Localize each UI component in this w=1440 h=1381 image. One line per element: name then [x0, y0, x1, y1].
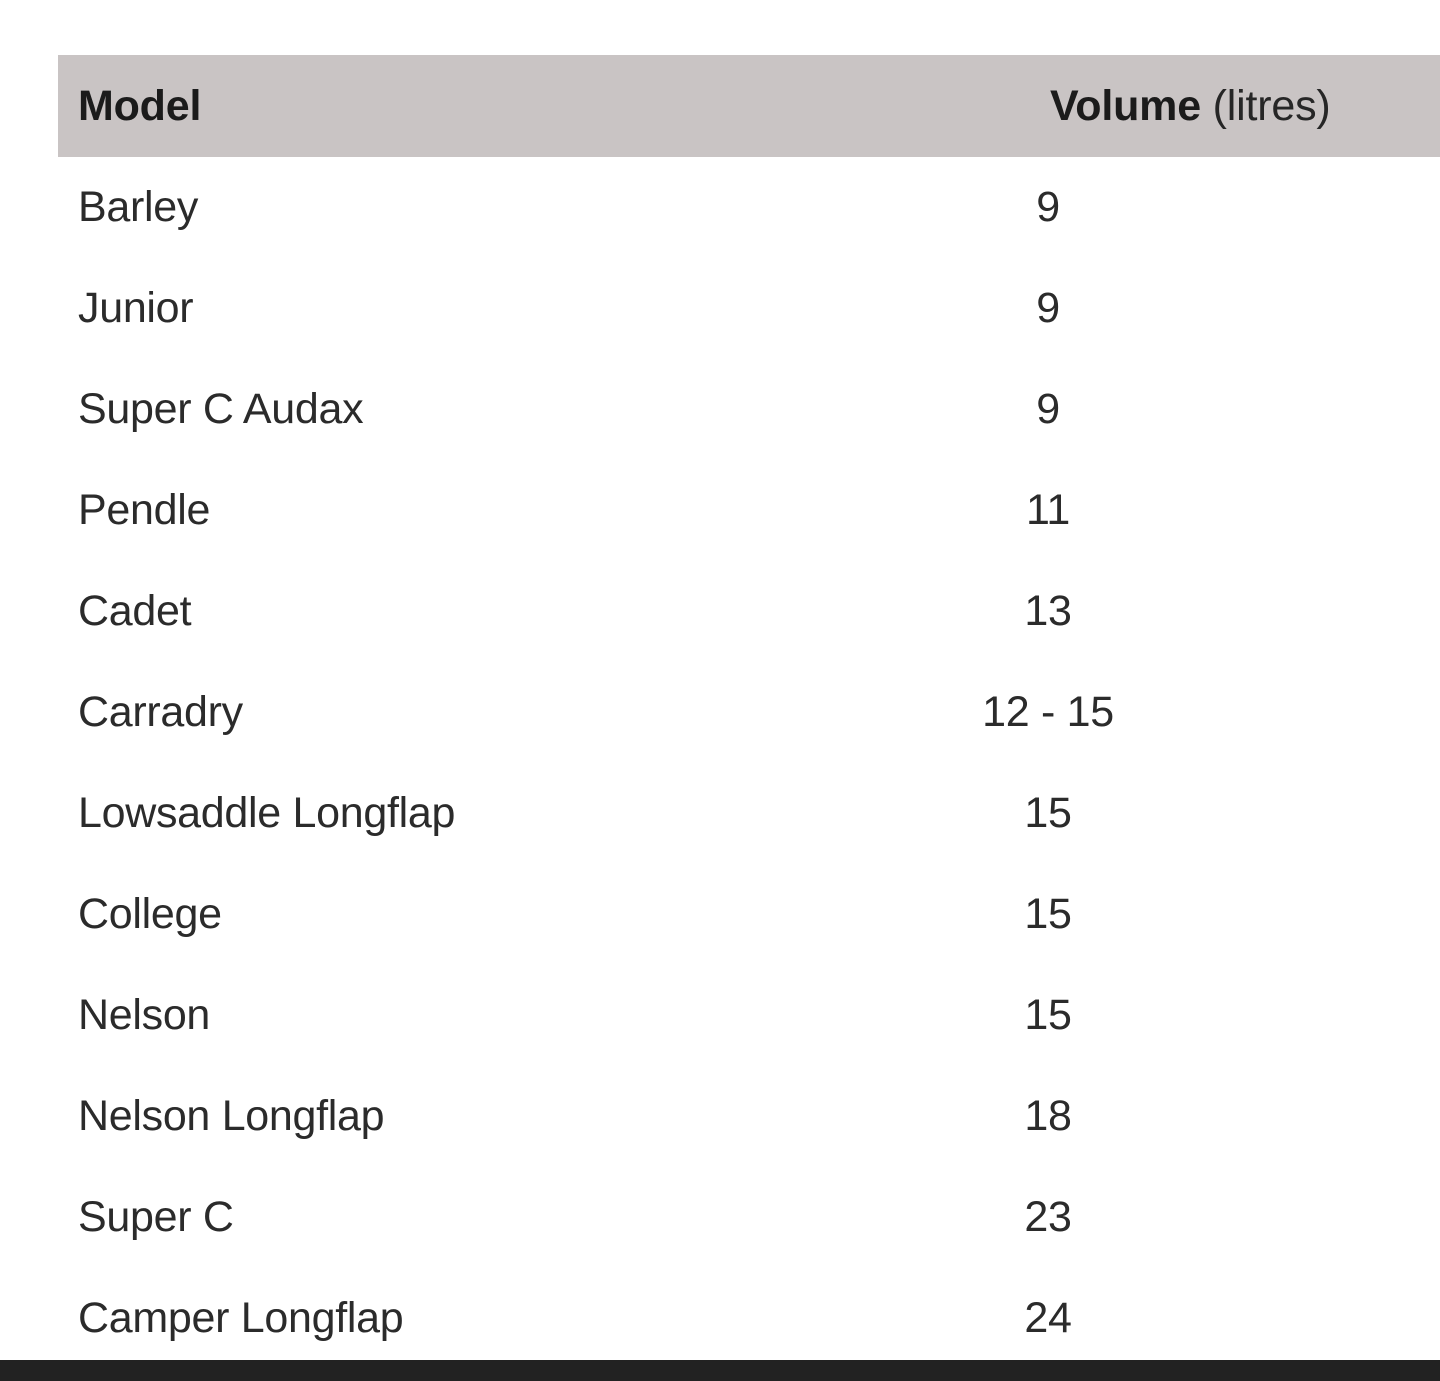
bag-volume-table: Model Volume (litres) Barley 9 Junior 9 …	[58, 55, 1440, 1369]
table-row: Junior 9	[58, 258, 1440, 359]
cell-model: Cadet	[78, 587, 192, 635]
cell-volume: 12 - 15	[982, 688, 1114, 736]
table-row: Nelson 15	[58, 965, 1440, 1066]
cell-volume: 13	[1024, 587, 1072, 635]
cell-volume: 23	[1024, 1193, 1072, 1241]
table-row: College 15	[58, 864, 1440, 965]
table-row: Cadet 13	[58, 561, 1440, 662]
cell-volume: 11	[1025, 486, 1071, 534]
table-row: Pendle 11	[58, 460, 1440, 561]
cell-volume: 15	[1024, 789, 1072, 837]
cell-volume: 24	[1024, 1294, 1072, 1342]
bottom-system-bar	[0, 1360, 1440, 1381]
cell-model: Pendle	[78, 486, 211, 534]
table-row: Super C 23	[58, 1167, 1440, 1268]
table-row: Barley 9	[58, 157, 1440, 258]
table-row: Camper Longflap 24	[58, 1268, 1440, 1369]
cell-model: Camper Longflap	[78, 1294, 404, 1342]
cell-volume: 15	[1024, 890, 1072, 938]
cell-model: Nelson	[78, 991, 211, 1039]
cell-model: Super C	[78, 1193, 234, 1241]
column-header-model: Model	[58, 55, 838, 157]
cell-model: Junior	[78, 284, 194, 332]
cell-volume: 9	[1036, 284, 1060, 332]
cell-model: Carradry	[78, 688, 243, 736]
cell-volume: 9	[1036, 183, 1060, 231]
column-header-model-label: Model	[78, 81, 202, 130]
table-row: Carradry 12 - 15	[58, 662, 1440, 763]
cell-model: Barley	[78, 183, 199, 231]
page-root: Model Volume (litres) Barley 9 Junior 9 …	[0, 0, 1440, 1381]
table-row: Super C Audax 9	[58, 359, 1440, 460]
cell-volume: 18	[1024, 1092, 1072, 1140]
table-header-row: Model Volume (litres)	[58, 55, 1440, 157]
cell-volume: 15	[1024, 991, 1072, 1039]
cell-volume: 9	[1036, 385, 1060, 433]
table-row: Lowsaddle Longflap 15	[58, 763, 1440, 864]
column-header-volume-unit: (litres)	[1200, 81, 1331, 130]
table-body: Barley 9 Junior 9 Super C Audax 9 Pendle…	[58, 157, 1440, 1369]
column-header-volume: Volume (litres)	[838, 55, 1440, 157]
cell-model: Super C Audax	[78, 385, 364, 433]
cell-model: Lowsaddle Longflap	[78, 789, 456, 837]
cell-model: Nelson Longflap	[78, 1092, 385, 1140]
table-header: Model Volume (litres)	[58, 55, 1440, 157]
table-row: Nelson Longflap 18	[58, 1066, 1440, 1167]
column-header-volume-inner: Volume (litres)	[838, 82, 1440, 131]
column-header-volume-label: Volume	[1050, 81, 1201, 130]
cell-model: College	[78, 890, 222, 938]
